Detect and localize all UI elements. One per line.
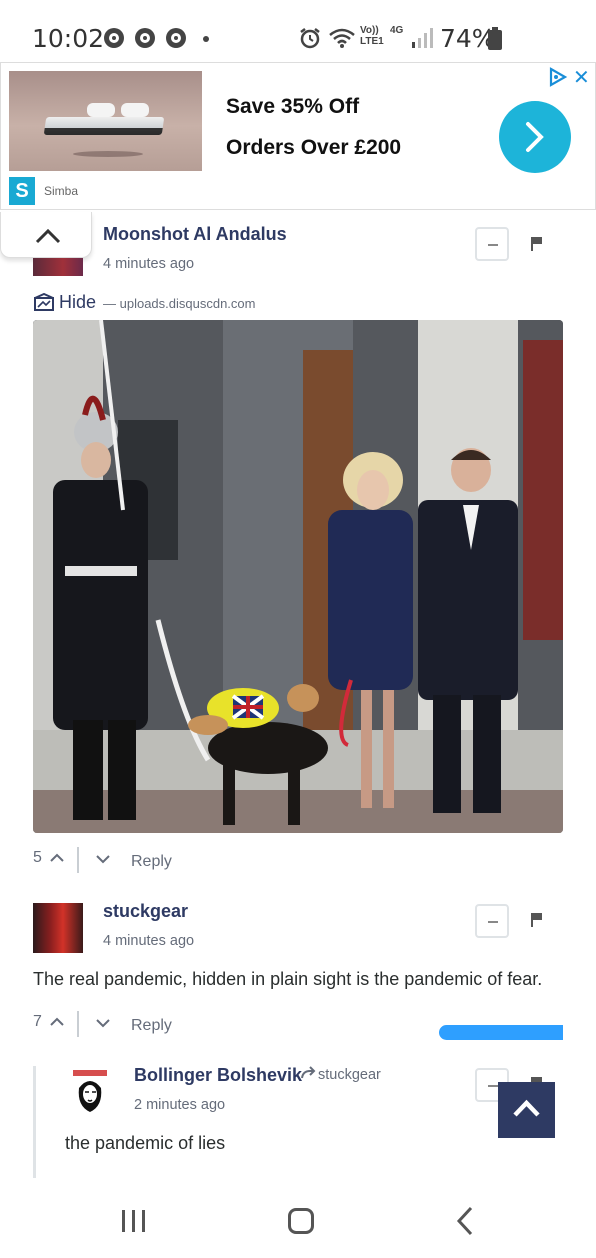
recents-bar xyxy=(122,1210,125,1232)
volte-text: Vo)) xyxy=(360,25,379,36)
ad-open-button[interactable] xyxy=(499,101,571,173)
back-icon[interactable] xyxy=(456,1206,474,1236)
reply-link[interactable]: Reply xyxy=(131,1017,172,1035)
network-type: 4G xyxy=(390,25,404,36)
comment-time[interactable]: 4 minutes ago xyxy=(103,933,194,949)
vote-divider xyxy=(77,847,79,873)
collapse-comment-button[interactable] xyxy=(475,904,509,938)
image-hide-icon[interactable] xyxy=(34,293,54,311)
flag-icon[interactable] xyxy=(531,913,543,927)
ad-mattress-image[interactable] xyxy=(9,71,202,171)
wifi-icon xyxy=(329,28,355,48)
avatar[interactable] xyxy=(33,258,83,276)
upvote-icon[interactable] xyxy=(50,1017,64,1027)
ad-brand-logo[interactable]: S xyxy=(9,177,35,205)
recents-bar xyxy=(142,1210,145,1232)
status-time: 10:02 xyxy=(32,24,105,53)
ad-headline[interactable]: Save 35% Off xyxy=(226,95,359,119)
upvote-count: 7 xyxy=(33,1013,42,1030)
comment-author[interactable]: stuckgear xyxy=(103,901,188,922)
flag-icon[interactable] xyxy=(531,237,543,251)
upvote-count: 5 xyxy=(33,849,42,866)
avatar[interactable] xyxy=(33,903,83,953)
mattress-shadow xyxy=(73,151,143,157)
chrome-notification-icon xyxy=(166,28,186,48)
reply-link[interactable]: Reply xyxy=(131,853,172,871)
parent-comment-link[interactable]: stuckgear xyxy=(318,1067,381,1083)
avatar[interactable] xyxy=(65,1066,115,1116)
downvote-icon[interactable] xyxy=(96,854,110,864)
system-navigation-bar xyxy=(0,1190,596,1258)
share-arrow-icon xyxy=(301,1066,316,1079)
advertisement[interactable]: Save 35% Off Orders Over £200 S Simba ✕ xyxy=(0,62,596,210)
chevron-up-icon xyxy=(35,228,61,244)
chevron-right-icon xyxy=(526,122,544,152)
comment-body: the pandemic of lies xyxy=(65,1133,226,1153)
ad-brand-name[interactable]: Simba xyxy=(44,184,78,198)
chrome-notification-icon xyxy=(104,28,124,48)
collapse-ad-button[interactable] xyxy=(0,212,92,258)
alarm-icon xyxy=(300,28,320,49)
upvote-icon[interactable] xyxy=(50,853,64,863)
hide-media-link[interactable]: Hide xyxy=(59,292,96,313)
media-source[interactable]: — uploads.disquscdn.com xyxy=(103,296,255,311)
ad-close-icon[interactable]: ✕ xyxy=(573,65,590,90)
battery-icon xyxy=(488,27,502,50)
comment-author[interactable]: Bollinger Bolshevik xyxy=(134,1065,302,1086)
scroll-to-top-button[interactable] xyxy=(498,1082,555,1138)
avatar-portrait xyxy=(73,1070,107,1112)
signal-icon xyxy=(412,28,433,48)
comment-body: The real pandemic, hidden in plain sight… xyxy=(33,969,543,989)
vote-divider xyxy=(77,1011,79,1037)
volte-label: Vo)) LTE1 xyxy=(360,25,384,47)
reply-thread-line xyxy=(33,1066,36,1178)
comment-time[interactable]: 2 minutes ago xyxy=(134,1097,225,1113)
comment-image[interactable] xyxy=(33,320,563,833)
comment-author[interactable]: Moonshot Al Andalus xyxy=(103,224,287,245)
chevron-up-icon xyxy=(513,1099,540,1117)
status-bar: 10:02 Vo)) LTE1 4G 74% xyxy=(0,0,596,62)
comment-time[interactable]: 4 minutes ago xyxy=(103,256,194,272)
mattress-shape xyxy=(43,117,165,135)
lte-text: LTE1 xyxy=(360,36,384,47)
downvote-icon[interactable] xyxy=(96,1018,110,1028)
home-icon[interactable] xyxy=(288,1208,314,1234)
collapse-comment-button[interactable] xyxy=(475,227,509,261)
recents-icon[interactable] xyxy=(122,1210,146,1232)
more-notifications-icon xyxy=(203,36,209,42)
pillow-shape xyxy=(121,103,149,117)
pillow-shape xyxy=(87,103,115,117)
recents-bar xyxy=(132,1210,135,1232)
new-comments-bar[interactable] xyxy=(439,1025,563,1040)
adchoices-icon[interactable] xyxy=(548,67,568,87)
chrome-notification-icon xyxy=(135,28,155,48)
photo-illustration xyxy=(33,320,563,833)
ad-subline[interactable]: Orders Over £200 xyxy=(226,136,401,160)
